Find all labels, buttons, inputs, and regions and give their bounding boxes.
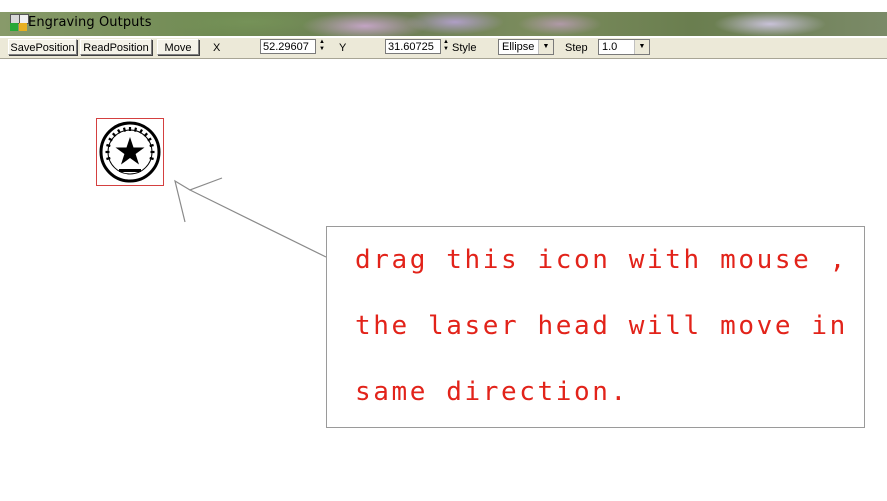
callout-line: drag this icon with mouse , bbox=[355, 245, 848, 275]
callout-line: same direction. bbox=[355, 377, 629, 407]
instruction-callout: drag this icon with mouse , the laser he… bbox=[326, 226, 865, 428]
callout-line: the laser head will move in bbox=[355, 311, 848, 341]
